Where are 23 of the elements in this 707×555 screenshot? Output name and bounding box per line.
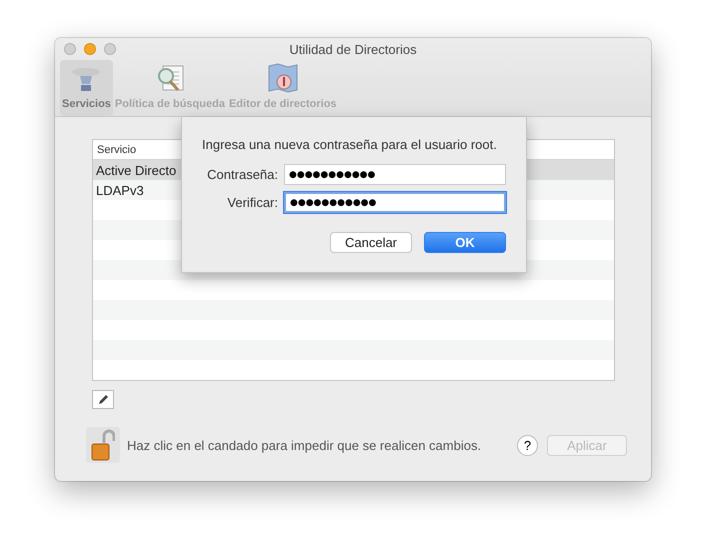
table-cell: Active Directo xyxy=(96,162,176,178)
lock-message: Haz clic en el candado para impedir que se realicen cambios. xyxy=(127,438,482,452)
password-field[interactable]: ●●●●●●●●●●● xyxy=(284,192,506,213)
cancel-button[interactable]: Cancelar xyxy=(330,232,412,253)
sheet-message: Ingresa una nueva contraseña para el usuario root. xyxy=(202,137,498,152)
toolbar-tab[interactable]: Servicios xyxy=(60,60,113,116)
lock-button[interactable] xyxy=(86,427,120,463)
field-label: Contraseña: xyxy=(207,167,278,182)
password-field[interactable]: ●●●●●●●●●●● xyxy=(284,164,506,185)
toolbar-tab[interactable]: Política de búsqueda xyxy=(112,60,227,116)
minimize-button[interactable] xyxy=(84,43,96,55)
field-label: Verificar: xyxy=(227,195,278,210)
map-compass-icon xyxy=(266,62,299,94)
toolbar-tab[interactable]: Editor de directorios xyxy=(226,60,339,116)
help-button[interactable]: ? xyxy=(517,434,538,456)
edit-button[interactable] xyxy=(92,390,114,409)
open-padlock-icon xyxy=(91,429,115,461)
pencil-icon xyxy=(98,394,108,405)
close-button[interactable] xyxy=(64,43,76,55)
ok-button[interactable]: OK xyxy=(424,232,506,253)
window-title: Utilidad de Directorios xyxy=(288,42,418,56)
zoom-button[interactable] xyxy=(104,43,116,55)
table-cell: LDAPv3 xyxy=(96,182,144,198)
